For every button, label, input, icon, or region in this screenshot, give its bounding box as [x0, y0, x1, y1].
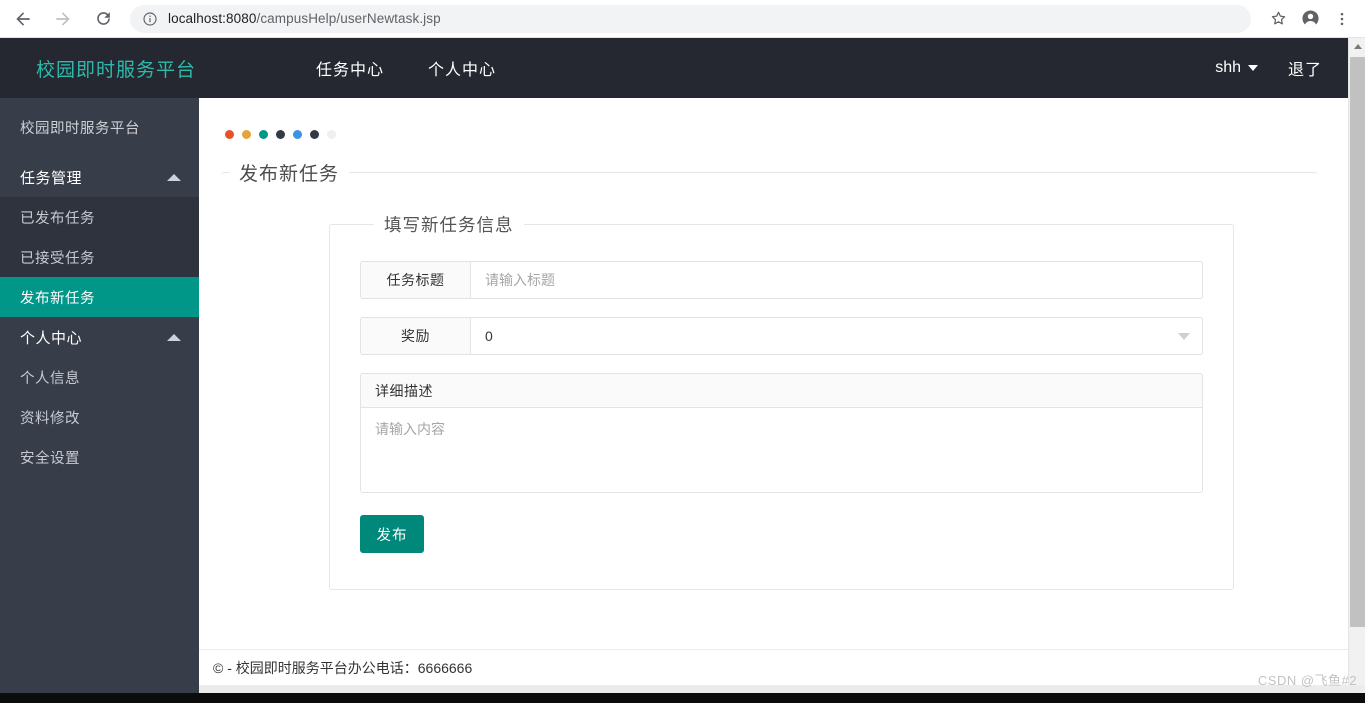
scroll-up-arrow-icon — [1353, 44, 1362, 49]
sidebar-item-published-tasks[interactable]: 已发布任务 — [0, 197, 199, 237]
back-button[interactable] — [6, 2, 40, 36]
navbar-brand[interactable]: 校园即时服务平台 — [36, 55, 196, 82]
sidebar-item-security-settings[interactable]: 安全设置 — [0, 437, 199, 477]
arrow-right-icon — [56, 11, 70, 26]
task-title-label: 任务标题 — [361, 262, 471, 298]
sidebar-item-profile-info[interactable]: 个人信息 — [0, 357, 199, 397]
navbar-right: shh 退了 — [1215, 56, 1348, 80]
color-dot — [327, 130, 336, 139]
color-dot — [259, 130, 268, 139]
chevron-down-icon — [1247, 65, 1258, 71]
sidebar-item-new-task[interactable]: 发布新任务 — [0, 277, 199, 317]
logout-button[interactable]: 退了 — [1288, 56, 1322, 80]
profile-button[interactable] — [1295, 4, 1325, 34]
nav-link-task-center[interactable]: 任务中心 — [316, 56, 384, 80]
page-viewport: 校园即时服务平台 任务中心 个人中心 shh 退了 校园即时服务平台 任务管理 … — [0, 38, 1365, 703]
info-circle-icon — [143, 11, 157, 26]
reload-button[interactable] — [86, 2, 120, 36]
chevron-down-icon — [1178, 332, 1190, 340]
vertical-scrollbar[interactable] — [1348, 38, 1365, 703]
address-bar[interactable]: localhost:8080/campusHelp/userNewtask.js… — [130, 4, 1251, 33]
reward-row: 奖励 — [360, 317, 1203, 355]
form-area: 填写新任务信息 任务标题 奖励 详细描述 — [221, 186, 1318, 590]
reload-icon — [96, 12, 110, 25]
star-icon — [1271, 11, 1285, 25]
forward-button[interactable] — [46, 2, 80, 36]
bookmark-button[interactable] — [1263, 4, 1293, 34]
reward-dropdown-toggle[interactable] — [1166, 318, 1202, 354]
browser-toolbar: localhost:8080/campusHelp/userNewtask.js… — [0, 0, 1365, 38]
sidebar-item-profile-edit[interactable]: 资料修改 — [0, 397, 199, 437]
description-label: 详细描述 — [361, 374, 1202, 408]
user-menu-button[interactable]: shh — [1215, 59, 1258, 77]
sidebar: 校园即时服务平台 任务管理 已发布任务 已接受任务 发布新任务 个人中心 个人信… — [0, 98, 199, 703]
scrollbar-thumb[interactable] — [1350, 57, 1365, 627]
nav-link-user-center[interactable]: 个人中心 — [428, 56, 496, 80]
color-dots-indicator — [199, 98, 1348, 139]
url-host: localhost:8080 — [168, 11, 257, 26]
color-dot — [310, 130, 319, 139]
reward-label: 奖励 — [361, 318, 471, 354]
browser-actions — [1261, 4, 1365, 34]
sidebar-submenu-user-center: 个人信息 资料修改 安全设置 — [0, 357, 199, 477]
sidebar-group-label: 任务管理 — [20, 169, 83, 187]
publish-button[interactable]: 发布 — [360, 515, 424, 553]
main-content: 发布新任务 填写新任务信息 任务标题 奖励 — [199, 98, 1348, 703]
color-dot — [293, 130, 302, 139]
form-legend: 填写新任务信息 — [384, 215, 514, 235]
sidebar-title: 校园即时服务平台 — [20, 121, 140, 137]
description-textarea[interactable] — [361, 408, 1202, 492]
color-dot — [242, 130, 251, 139]
navbar-links: 任务中心 个人中心 — [316, 56, 540, 80]
page-footer: © - 校园即时服务平台办公电话：6666666 — [199, 649, 1348, 685]
arrow-left-icon — [16, 11, 30, 26]
chrome-menu-button[interactable] — [1327, 4, 1357, 34]
sidebar-item-accepted-tasks[interactable]: 已接受任务 — [0, 237, 199, 277]
task-title-row: 任务标题 — [360, 261, 1203, 299]
sidebar-group-user-center[interactable]: 个人中心 — [0, 317, 199, 357]
page-title: 发布新任务 — [239, 164, 340, 185]
top-navbar: 校园即时服务平台 任务中心 个人中心 shh 退了 — [0, 38, 1348, 98]
new-task-form: 填写新任务信息 任务标题 奖励 详细描述 — [329, 212, 1234, 590]
sidebar-bottom-fill — [0, 685, 199, 693]
task-title-input[interactable] — [471, 262, 1202, 298]
color-dot — [276, 130, 285, 139]
account-avatar-icon — [1301, 10, 1319, 27]
url-path: /campusHelp/userNewtask.jsp — [256, 11, 441, 26]
sidebar-group-label: 个人中心 — [20, 329, 83, 347]
page-section: 发布新任务 填写新任务信息 任务标题 奖励 — [221, 159, 1318, 590]
url-text: localhost:8080/campusHelp/userNewtask.js… — [168, 11, 441, 26]
page-bottom-strip — [0, 685, 1365, 693]
footer-text: © - 校园即时服务平台办公电话：6666666 — [213, 659, 473, 676]
sidebar-submenu-task-management: 已发布任务 已接受任务 发布新任务 — [0, 197, 199, 317]
chevron-up-icon — [167, 333, 181, 341]
sidebar-group-task-management[interactable]: 任务管理 — [0, 157, 199, 197]
reward-input[interactable] — [471, 318, 1166, 354]
three-dot-menu-icon — [1340, 12, 1344, 25]
user-menu-label: shh — [1215, 59, 1241, 76]
chevron-up-icon — [167, 173, 181, 181]
description-box: 详细描述 — [360, 373, 1203, 493]
scroll-up-button[interactable] — [1349, 38, 1365, 55]
color-dot — [225, 130, 234, 139]
os-taskbar — [0, 693, 1365, 703]
